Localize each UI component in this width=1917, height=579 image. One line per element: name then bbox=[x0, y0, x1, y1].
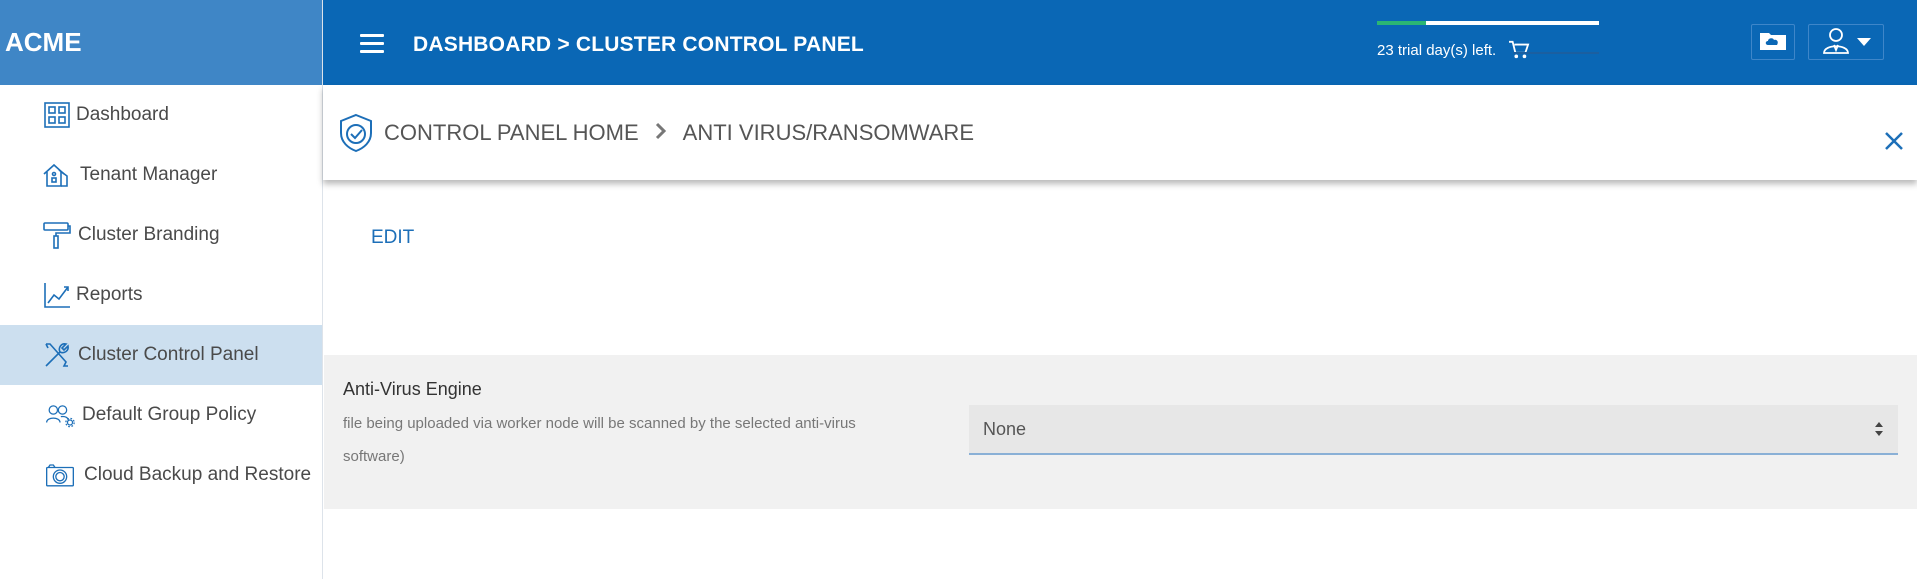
line-chart-icon bbox=[42, 280, 72, 310]
breadcrumb-current: ANTI VIRUS/RANSOMWARE bbox=[682, 119, 974, 145]
sort-arrows-icon bbox=[1874, 421, 1884, 437]
brand-logo: ACME bbox=[0, 0, 322, 85]
shield-check-icon bbox=[338, 113, 374, 153]
page-breadcrumb: CONTROL PANEL HOME ANTI VIRUS/RANSOMWARE bbox=[323, 85, 1917, 180]
field-description: file being uploaded via worker node will… bbox=[343, 415, 856, 465]
sidebar-item-label: Cluster Control Panel bbox=[78, 344, 259, 365]
select-value: None bbox=[983, 418, 1027, 439]
sidebar-item-tenant-manager[interactable]: Tenant Manager bbox=[0, 145, 322, 205]
dashboard-grid-icon bbox=[42, 100, 72, 130]
user-menu-button[interactable] bbox=[1808, 24, 1884, 60]
trial-progress-bar bbox=[1377, 21, 1599, 25]
cart-icon[interactable] bbox=[1508, 40, 1530, 60]
divider bbox=[1513, 52, 1599, 54]
sidebar-item-cluster-branding[interactable]: Cluster Branding bbox=[0, 205, 322, 265]
sidebar-item-reports[interactable]: Reports bbox=[0, 265, 322, 325]
trial-status: 23 trial day(s) left. bbox=[1377, 40, 1530, 60]
sidebar: ACME Dashboard Tenant Manager Cluster Br… bbox=[0, 0, 323, 579]
sidebar-item-default-group-policy[interactable]: Default Group Policy bbox=[0, 385, 322, 445]
group-settings-icon bbox=[42, 400, 78, 430]
camera-icon bbox=[42, 460, 78, 490]
sidebar-item-label: Tenant Manager bbox=[80, 164, 218, 185]
header-breadcrumb: DASHBOARD > CLUSTER CONTROL PANEL bbox=[413, 33, 864, 56]
buildings-icon bbox=[42, 160, 72, 190]
sidebar-item-dashboard[interactable]: Dashboard bbox=[0, 85, 322, 145]
top-header: DASHBOARD > CLUSTER CONTROL PANEL 23 tri… bbox=[323, 0, 1917, 85]
cloud-folder-icon bbox=[1759, 29, 1787, 56]
sidebar-item-cloud-backup[interactable]: Cloud Backup and Restore bbox=[0, 445, 322, 505]
sidebar-item-label: Cluster Branding bbox=[78, 224, 220, 245]
sidebar-item-label: Cloud Backup and Restore bbox=[84, 464, 312, 485]
trial-days-left: 23 trial day(s) left. bbox=[1377, 41, 1497, 59]
trial-progress-fill bbox=[1377, 21, 1426, 25]
sidebar-item-label: Dashboard bbox=[76, 104, 169, 125]
sidebar-item-label: Reports bbox=[76, 284, 143, 305]
antivirus-setting-panel: Anti-Virus Engine file being uploaded vi… bbox=[324, 355, 1917, 509]
field-label: Anti-Virus Engine bbox=[343, 379, 482, 399]
edit-button[interactable]: EDIT bbox=[371, 227, 414, 249]
sidebar-item-label: Default Group Policy bbox=[82, 404, 257, 425]
tools-icon bbox=[42, 340, 72, 370]
menu-icon[interactable] bbox=[360, 34, 384, 56]
sidebar-item-cluster-control-panel[interactable]: Cluster Control Panel bbox=[0, 325, 322, 385]
user-icon bbox=[1821, 26, 1851, 59]
close-icon[interactable] bbox=[1883, 130, 1905, 152]
paint-roller-icon bbox=[42, 220, 72, 250]
cloud-folder-button[interactable] bbox=[1751, 24, 1795, 60]
chevron-down-icon bbox=[1857, 33, 1871, 51]
breadcrumb-home-link[interactable]: CONTROL PANEL HOME bbox=[384, 120, 639, 146]
chevron-right-icon bbox=[655, 120, 667, 146]
antivirus-engine-select[interactable]: None bbox=[969, 405, 1898, 455]
